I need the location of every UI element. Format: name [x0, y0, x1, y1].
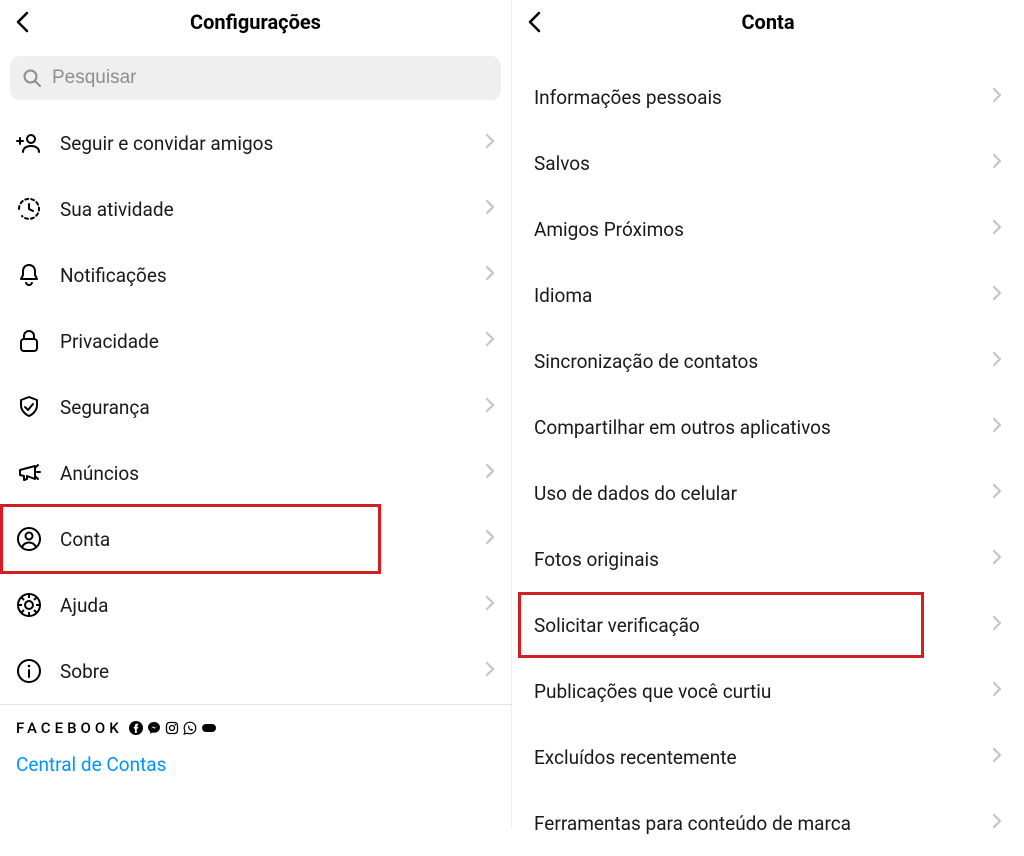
facebook-icon — [129, 721, 143, 735]
account-list: Informações pessoais Salvos Amigos Próximo… — [512, 64, 1024, 856]
account-row[interactable]: Salvos — [512, 130, 1024, 196]
whatsapp-icon — [183, 721, 197, 735]
chevron-right-icon — [485, 661, 495, 681]
row-label: Seguir e convidar amigos — [60, 132, 485, 155]
follow-icon — [16, 130, 48, 156]
chevron-right-icon — [992, 417, 1002, 437]
chevron-right-icon — [992, 153, 1002, 173]
settings-row-shield[interactable]: Segurança — [0, 374, 511, 440]
row-label: Compartilhar em outros aplicativos — [534, 416, 992, 439]
lock-icon — [16, 328, 48, 354]
settings-row-activity[interactable]: Sua atividade — [0, 176, 511, 242]
row-label: Salvos — [534, 152, 992, 175]
account-header: Conta — [512, 0, 1024, 44]
settings-row-lock[interactable]: Privacidade — [0, 308, 511, 374]
settings-row-follow[interactable]: Seguir e convidar amigos — [0, 110, 511, 176]
row-label: Amigos Próximos — [534, 218, 992, 241]
chevron-right-icon — [992, 351, 1002, 371]
account-panel: Conta Informações pessoais Salvos Amigos P… — [512, 0, 1024, 829]
account-row[interactable]: Amigos Próximos — [512, 196, 1024, 262]
account-row[interactable]: Sincronização de contatos — [512, 328, 1024, 394]
settings-row-info[interactable]: Sobre — [0, 638, 511, 704]
row-label: Segurança — [60, 396, 485, 419]
chevron-right-icon — [485, 595, 495, 615]
chevron-right-icon — [485, 397, 495, 417]
chevron-right-icon — [485, 133, 495, 153]
chevron-right-icon — [992, 87, 1002, 107]
account-icon — [16, 526, 48, 552]
help-icon — [16, 592, 48, 618]
info-icon — [16, 658, 48, 684]
account-row[interactable]: Ferramentas para conteúdo de marca — [512, 790, 1024, 856]
search-input[interactable] — [52, 67, 489, 89]
account-row[interactable]: Informações pessoais — [512, 64, 1024, 130]
megaphone-icon — [16, 460, 48, 486]
chevron-right-icon — [992, 483, 1002, 503]
account-row[interactable]: Compartilhar em outros aplicativos — [512, 394, 1024, 460]
row-label: Ajuda — [60, 594, 485, 617]
chevron-right-icon — [485, 199, 495, 219]
chevron-right-icon — [992, 219, 1002, 239]
row-label: Fotos originais — [534, 548, 992, 571]
back-button[interactable] — [512, 0, 556, 44]
search-box[interactable] — [10, 56, 501, 100]
row-label: Conta — [60, 528, 485, 551]
account-row[interactable]: Excluídos recentemente — [512, 724, 1024, 790]
row-label: Sincronização de contatos — [534, 350, 992, 373]
chevron-right-icon — [992, 681, 1002, 701]
chevron-right-icon — [485, 265, 495, 285]
settings-row-megaphone[interactable]: Anúncios — [0, 440, 511, 506]
chevron-right-icon — [992, 813, 1002, 833]
settings-panel: Configurações Seguir e convidar amigos Su… — [0, 0, 512, 829]
account-row[interactable]: Fotos originais — [512, 526, 1024, 592]
oculus-icon — [201, 723, 217, 733]
divider — [0, 704, 511, 705]
row-label: Sua atividade — [60, 198, 485, 221]
row-label: Sobre — [60, 660, 485, 683]
chevron-right-icon — [485, 529, 495, 549]
shield-icon — [16, 394, 48, 420]
activity-icon — [16, 196, 48, 222]
settings-list: Seguir e convidar amigos Sua atividade Not… — [0, 110, 511, 704]
row-label: Idioma — [534, 284, 992, 307]
chevron-left-icon — [15, 11, 29, 33]
chevron-right-icon — [485, 331, 495, 351]
settings-row-bell[interactable]: Notificações — [0, 242, 511, 308]
settings-title: Configurações — [0, 10, 511, 34]
row-label: Notificações — [60, 264, 485, 287]
account-title: Conta — [512, 10, 1024, 34]
bell-icon — [16, 262, 48, 288]
chevron-right-icon — [992, 285, 1002, 305]
facebook-wordmark: FACEBOOK — [16, 719, 123, 737]
chevron-right-icon — [992, 747, 1002, 767]
row-label: Ferramentas para conteúdo de marca — [534, 812, 992, 835]
account-row[interactable]: Solicitar verificação — [512, 592, 1024, 658]
chevron-left-icon — [527, 11, 541, 33]
row-label: Excluídos recentemente — [534, 746, 992, 769]
settings-row-help[interactable]: Ajuda — [0, 572, 511, 638]
settings-header: Configurações — [0, 0, 511, 44]
account-row[interactable]: Idioma — [512, 262, 1024, 328]
account-row[interactable]: Uso de dados do celular — [512, 460, 1024, 526]
row-label: Solicitar verificação — [534, 614, 992, 637]
settings-row-account[interactable]: Conta — [0, 506, 511, 572]
row-label: Privacidade — [60, 330, 485, 353]
account-row[interactable]: Publicações que você curtiu — [512, 658, 1024, 724]
row-label: Anúncios — [60, 462, 485, 485]
chevron-right-icon — [485, 463, 495, 483]
facebook-app-icons — [129, 721, 217, 735]
back-button[interactable] — [0, 0, 44, 44]
chevron-right-icon — [992, 549, 1002, 569]
instagram-icon — [165, 721, 179, 735]
messenger-icon — [147, 721, 161, 735]
chevron-right-icon — [992, 615, 1002, 635]
row-label: Uso de dados do celular — [534, 482, 992, 505]
row-label: Informações pessoais — [534, 86, 992, 109]
search-icon — [22, 68, 42, 88]
accounts-center-link[interactable]: Central de Contas — [16, 753, 495, 776]
row-label: Publicações que você curtiu — [534, 680, 992, 703]
facebook-block: FACEBOOK Central de Contas — [0, 719, 511, 776]
